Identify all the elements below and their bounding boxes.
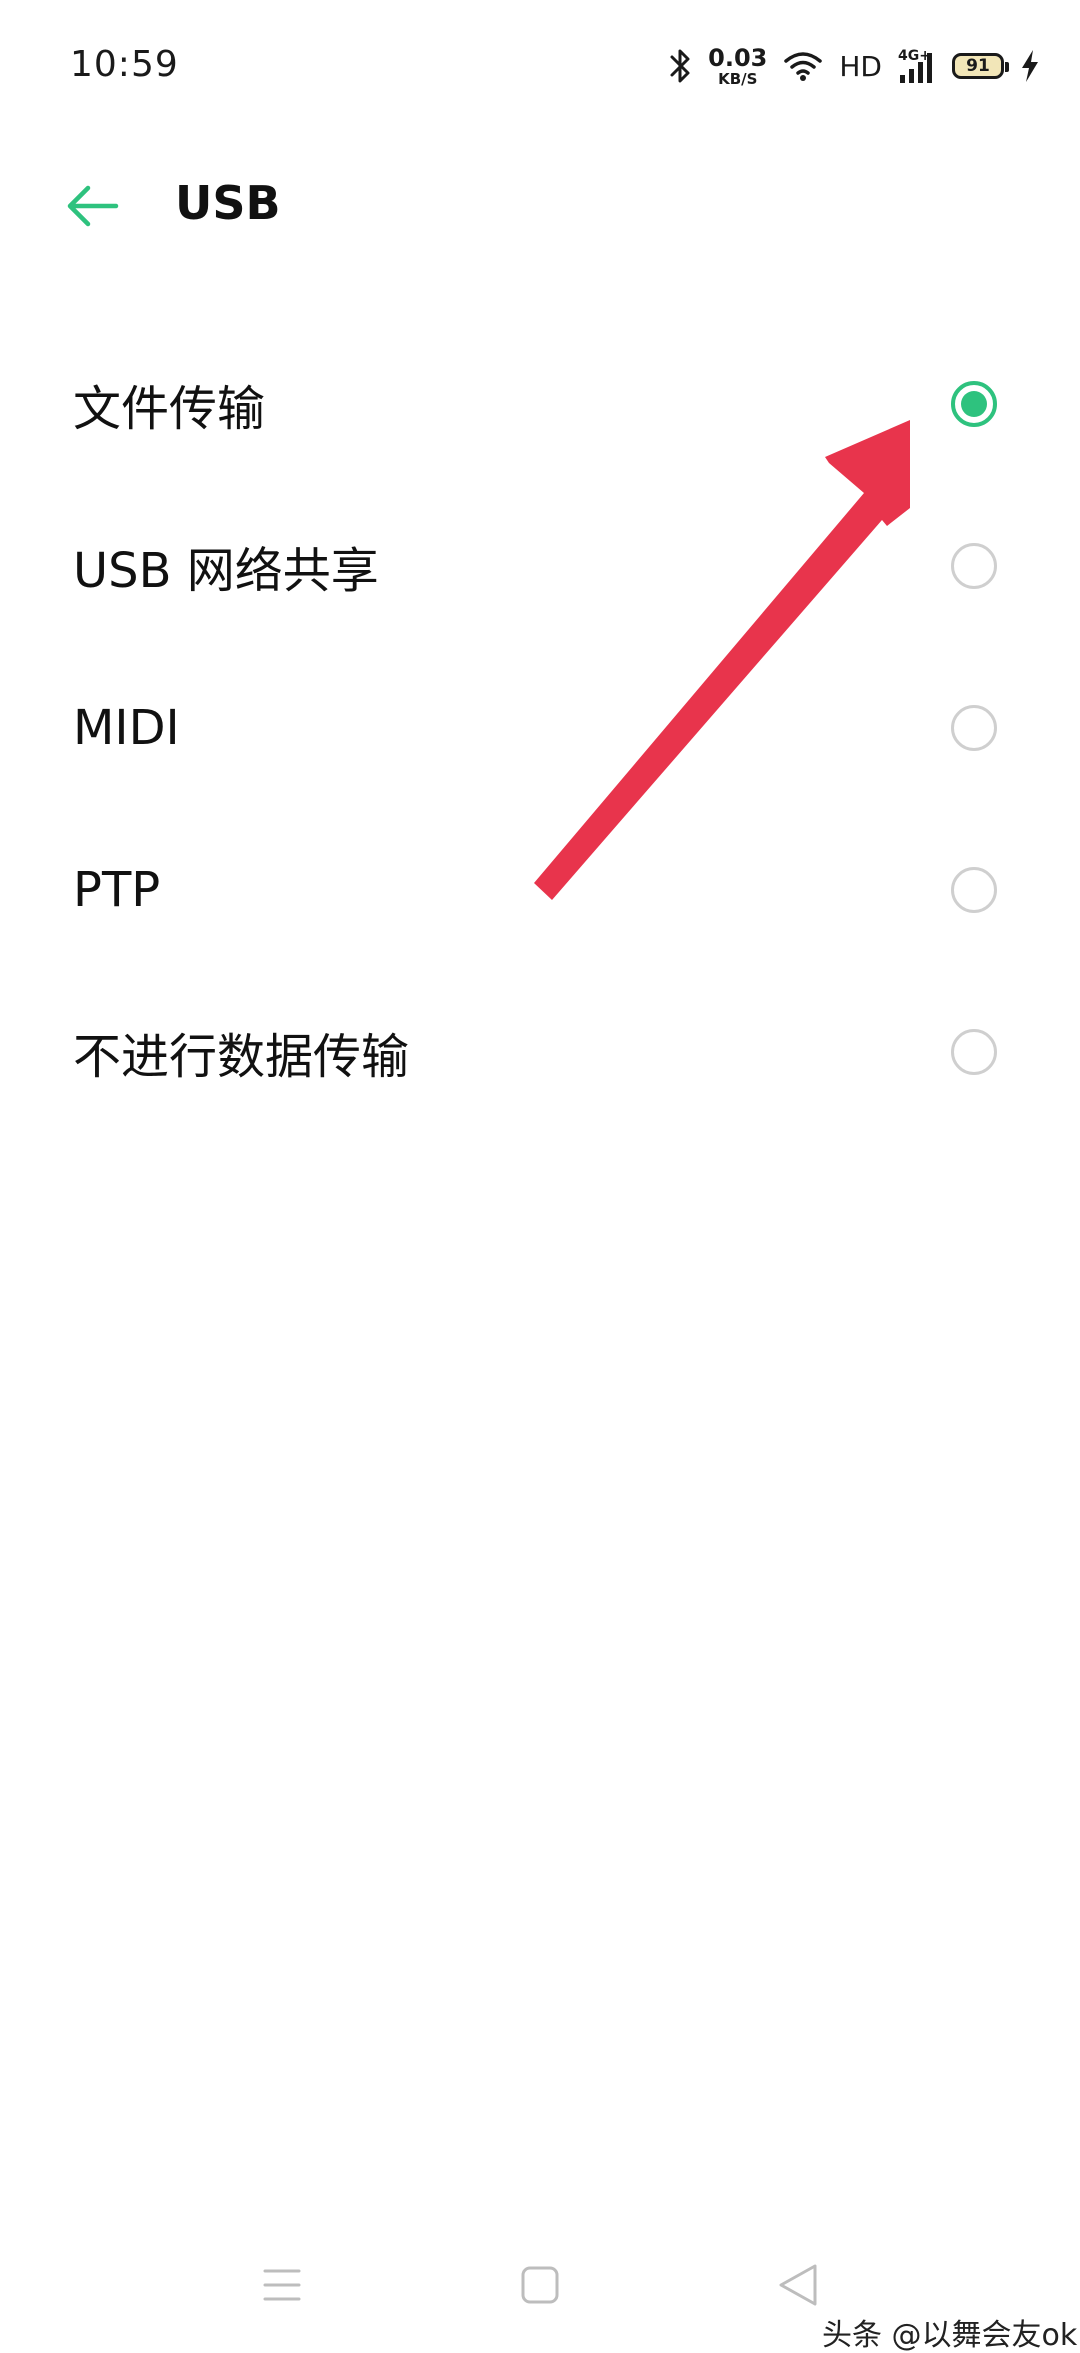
net-speed: 0.03 KB/S — [708, 46, 767, 87]
home-icon — [521, 2266, 559, 2304]
back-button[interactable] — [60, 174, 124, 238]
status-icons: 0.03 KB/S HD 4G+ 91 — [668, 40, 1040, 92]
battery-icon: 91 — [952, 53, 1009, 79]
status-bar: 10:59 0.03 KB/S HD 4G+ 91 — [0, 0, 1080, 130]
charging-icon — [1022, 50, 1038, 82]
option-label: 文件传输 — [73, 381, 266, 437]
net-speed-unit: KB/S — [718, 69, 758, 88]
back-nav-button[interactable] — [765, 2250, 835, 2320]
net-speed-value: 0.03 — [708, 43, 768, 72]
battery-level: 91 — [966, 55, 990, 76]
menu-button[interactable] — [247, 2250, 317, 2320]
page-title: USB — [175, 176, 281, 230]
watermark: 头条 @以舞会友ok — [822, 2318, 1078, 2353]
status-time: 10:59 — [70, 44, 179, 85]
option-label: MIDI — [73, 700, 180, 756]
radio-dot — [961, 391, 987, 417]
wifi-icon — [784, 52, 823, 81]
option-ptp[interactable]: PTP — [0, 809, 1080, 971]
network-type-label: 4G+ — [898, 48, 931, 64]
arrow-left-icon — [67, 185, 119, 227]
radio-button[interactable] — [951, 867, 997, 913]
radio-button-selected[interactable] — [951, 381, 997, 427]
signal-icon: 4G+ — [898, 48, 932, 83]
radio-button[interactable] — [951, 1029, 997, 1075]
radio-button[interactable] — [951, 705, 997, 751]
option-usb-tethering[interactable]: USB 网络共享 — [0, 485, 1080, 647]
bluetooth-icon — [670, 49, 690, 83]
radio-button[interactable] — [951, 543, 997, 589]
menu-icon — [263, 2269, 301, 2301]
back-triangle-icon — [779, 2264, 817, 2306]
option-label: PTP — [73, 862, 161, 918]
option-label: 不进行数据传输 — [73, 1029, 410, 1085]
home-button[interactable] — [505, 2250, 575, 2320]
title-bar: USB — [0, 150, 1080, 260]
hd-label: HD — [839, 49, 882, 83]
option-file-transfer[interactable]: 文件传输 — [0, 323, 1080, 485]
usb-mode-list: 文件传输 USB 网络共享 MIDI PTP 不进行数据传输 — [0, 323, 1080, 1133]
option-label: USB 网络共享 — [73, 543, 379, 599]
option-midi[interactable]: MIDI — [0, 647, 1080, 809]
option-no-data-transfer[interactable]: 不进行数据传输 — [0, 971, 1080, 1133]
